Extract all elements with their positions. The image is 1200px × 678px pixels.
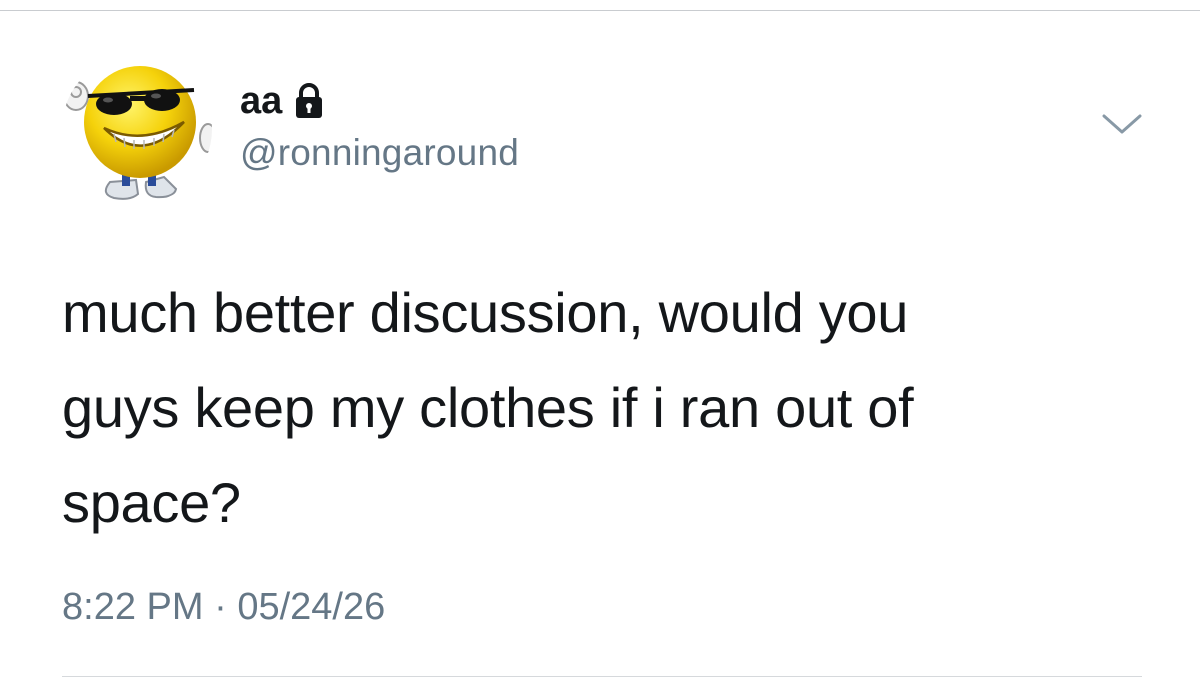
bottom-divider <box>62 676 1142 677</box>
lock-icon <box>294 83 324 119</box>
author-name-row[interactable]: aa <box>240 78 324 124</box>
tweet-text-line: space? <box>62 471 241 534</box>
display-name[interactable]: aa <box>240 82 282 120</box>
author-handle[interactable]: @ronningaround <box>240 134 519 171</box>
sunglasses-smiley-avatar-icon <box>63 66 212 200</box>
tweet-timestamp[interactable]: 8:22 PM · 05/24/26 <box>62 588 385 626</box>
tweet-text-line: much better discussion, would you <box>62 281 909 344</box>
top-divider <box>0 10 1200 11</box>
meta-separator: · <box>214 586 227 628</box>
tweet-time: 8:22 PM <box>62 586 204 628</box>
tweet-text-line: guys keep my clothes if i ran out of <box>62 376 914 439</box>
avatar[interactable] <box>62 54 212 204</box>
chevron-down-icon[interactable] <box>1100 112 1144 138</box>
tweet-date: 05/24/26 <box>237 586 386 628</box>
tweet-text: much better discussion, would you guys k… <box>62 265 1122 550</box>
